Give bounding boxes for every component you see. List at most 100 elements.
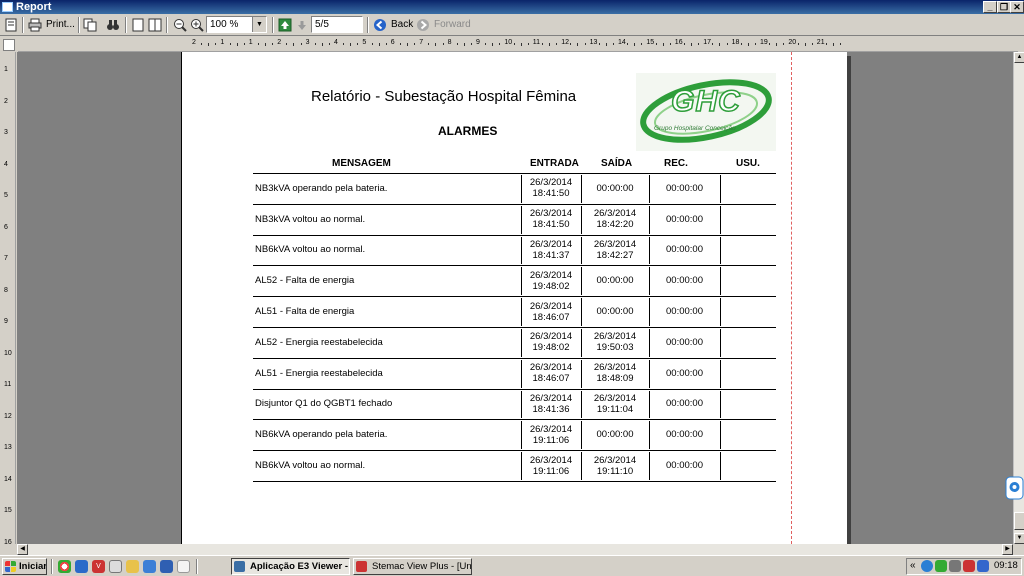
page-number-input[interactable]: 5/5 bbox=[311, 16, 363, 33]
two-pages-icon[interactable] bbox=[148, 18, 162, 32]
vertical-scrollbar[interactable]: ▲ ▼ bbox=[1013, 52, 1024, 544]
column-rule bbox=[581, 421, 582, 450]
entry-time: 18:41:50 bbox=[532, 219, 570, 231]
find-binoculars-icon[interactable] bbox=[106, 18, 120, 32]
messenger-float-icon[interactable] bbox=[1005, 476, 1024, 500]
ruler-tick bbox=[740, 43, 742, 45]
entry-date: 26/3/2014 bbox=[529, 238, 573, 250]
tray-expand-button[interactable]: « bbox=[910, 560, 916, 571]
column-rule bbox=[581, 359, 582, 388]
back-arrow-icon[interactable] bbox=[373, 18, 387, 32]
ruler-label: 10 bbox=[4, 349, 12, 357]
rec-time: 00:00:00 bbox=[666, 367, 703, 379]
entry-time: 18:41:37 bbox=[532, 249, 570, 261]
column-header-mensagem: MENSAGEM bbox=[332, 158, 391, 169]
media-icon[interactable] bbox=[143, 560, 156, 573]
task-stemac-view[interactable]: Stemac View Plus - [Unifil... bbox=[353, 558, 472, 575]
minimize-button[interactable]: _ bbox=[983, 1, 997, 13]
ruler-tick bbox=[541, 43, 543, 45]
ruler-tick bbox=[556, 43, 558, 45]
browser-icon[interactable] bbox=[75, 560, 88, 573]
print-button[interactable]: Print... bbox=[46, 17, 75, 33]
horizontal-scrollbar[interactable]: ◀ ▶ bbox=[17, 544, 1013, 555]
tray-app2-icon[interactable] bbox=[977, 560, 989, 572]
alarm-message: NB3kVA operando pela bateria. bbox=[255, 182, 388, 194]
ruler-label: 13 bbox=[4, 444, 12, 451]
ruler-label: 2 bbox=[192, 39, 196, 46]
task-stemac-view-label: Stemac View Plus - [Unifil... bbox=[372, 561, 472, 572]
folder-icon[interactable] bbox=[126, 560, 139, 573]
ruler-label: 1 bbox=[248, 39, 253, 46]
document-icon[interactable] bbox=[177, 560, 190, 573]
forward-button[interactable]: Forward bbox=[434, 17, 471, 33]
start-button[interactable]: Iniciar bbox=[2, 558, 47, 575]
printer-icon[interactable] bbox=[28, 18, 42, 32]
next-page-icon[interactable] bbox=[295, 18, 309, 32]
entry-date: 26/3/2014 bbox=[529, 362, 573, 374]
zoom-value: 100 % bbox=[210, 19, 239, 30]
ruler-label: 6 bbox=[4, 223, 8, 231]
column-rule bbox=[649, 390, 650, 419]
report-subtitle: ALARMES bbox=[438, 124, 498, 138]
network-icon[interactable] bbox=[921, 560, 933, 572]
back-button[interactable]: Back bbox=[391, 17, 413, 33]
settings-icon[interactable] bbox=[109, 560, 122, 573]
forward-arrow-icon[interactable] bbox=[416, 18, 430, 32]
column-rule bbox=[521, 236, 522, 265]
page-setup-icon[interactable] bbox=[4, 18, 18, 32]
ruler-tick bbox=[655, 43, 657, 45]
rec-time: 00:00:00 bbox=[666, 244, 703, 256]
previous-page-icon[interactable] bbox=[278, 18, 292, 32]
scroll-right-button[interactable]: ▶ bbox=[1002, 544, 1013, 555]
close-button[interactable]: ✕ bbox=[1010, 1, 1024, 13]
security-icon[interactable] bbox=[935, 560, 947, 572]
scroll-up-button[interactable]: ▲ bbox=[1014, 52, 1024, 63]
windows-logo-icon bbox=[5, 561, 16, 572]
zoom-out-icon[interactable] bbox=[173, 18, 187, 32]
vz-icon[interactable]: V bbox=[92, 560, 105, 573]
horizontal-ruler: 2 1 1 2 3 4 5 6 7 8 9 10 11 12 13 14 15 16 17 18 19 20 21 bbox=[18, 37, 1018, 52]
column-rule bbox=[720, 236, 721, 265]
alarm-message: AL51 - Energia reestabelecida bbox=[255, 367, 383, 379]
task-e3-viewer[interactable]: Aplicação E3 Viewer - ... bbox=[231, 558, 350, 575]
copy-icon[interactable] bbox=[83, 18, 97, 32]
toolbar-separator bbox=[272, 17, 274, 33]
ruler-tick bbox=[605, 43, 607, 46]
single-page-icon[interactable] bbox=[131, 18, 145, 32]
exit-cell: 00:00:00 bbox=[581, 265, 649, 296]
column-header-entrada: ENTRADA bbox=[530, 158, 579, 169]
restore-button[interactable]: ❐ bbox=[997, 1, 1011, 13]
tray-app-icon[interactable] bbox=[963, 560, 975, 572]
exit-date: 26/3/2014 bbox=[593, 208, 637, 220]
entry-time: 18:46:07 bbox=[532, 373, 570, 385]
ruler-label: 8 bbox=[4, 286, 8, 294]
column-rule bbox=[521, 205, 522, 234]
chevron-down-icon[interactable]: ▼ bbox=[252, 17, 266, 32]
rec-time: 00:00:00 bbox=[666, 306, 703, 318]
stemac-icon bbox=[356, 561, 367, 572]
scroll-down-button[interactable]: ▼ bbox=[1014, 533, 1024, 544]
exit-cell: 26/3/2014 18:48:09 bbox=[581, 358, 649, 389]
entry-date: 26/3/2014 bbox=[529, 300, 573, 312]
ruler-tick bbox=[825, 43, 827, 45]
entry-time: 18:41:36 bbox=[532, 403, 570, 415]
exit-date: 26/3/2014 bbox=[593, 238, 637, 250]
vertical-scroll-thumb[interactable] bbox=[1014, 512, 1024, 530]
ruler-label: 3 bbox=[305, 39, 310, 46]
column-rule bbox=[649, 205, 650, 234]
e3-viewer-icon bbox=[234, 561, 245, 572]
chrome-icon[interactable] bbox=[58, 560, 71, 573]
ruler-label: 9 bbox=[4, 318, 8, 325]
entry-cell: 26/3/2014 18:46:07 bbox=[521, 358, 581, 389]
scroll-left-button[interactable]: ◀ bbox=[17, 544, 28, 555]
volume-icon[interactable] bbox=[949, 560, 961, 572]
ruler-label: 18 bbox=[731, 39, 740, 46]
ruler-tick bbox=[343, 43, 345, 45]
zoom-in-icon[interactable] bbox=[190, 18, 204, 32]
row-rule bbox=[253, 481, 776, 482]
ruler-tick bbox=[399, 43, 401, 45]
taskbar-separator bbox=[51, 559, 53, 574]
exit-cell: 26/3/2014 19:11:04 bbox=[581, 389, 649, 420]
app-icon[interactable] bbox=[160, 560, 173, 573]
zoom-select[interactable]: 100 % ▼ bbox=[206, 16, 267, 33]
